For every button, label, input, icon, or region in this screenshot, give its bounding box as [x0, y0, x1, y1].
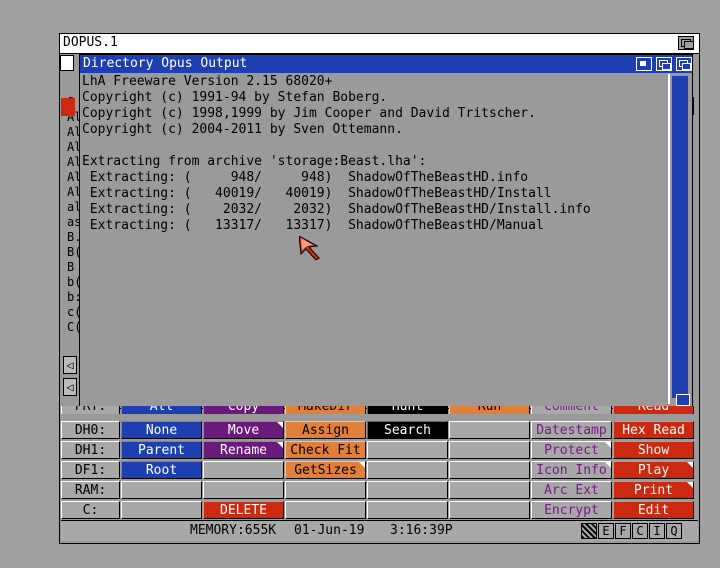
empty-button[interactable] — [449, 481, 530, 499]
encrypt-button[interactable]: Encrypt — [531, 501, 612, 519]
empty-button[interactable] — [285, 501, 366, 519]
check-fit-button[interactable]: Check Fit — [285, 441, 366, 459]
close-gadget-icon[interactable] — [60, 55, 74, 71]
edit-button[interactable]: Edit — [613, 501, 694, 519]
move-button[interactable]: Move — [203, 421, 284, 439]
empty-button[interactable] — [449, 461, 530, 479]
copy-button[interactable]: Copy — [203, 406, 284, 414]
status-button-i[interactable]: I — [649, 523, 665, 539]
button-row: DH1: Parent Rename Check Fit Protect Sho… — [61, 441, 698, 460]
output-line: Copyright (c) 2004-2011 by Sven Ottemann… — [82, 122, 403, 137]
output-line: Copyright (c) 1991-94 by Stefan Boberg. — [82, 90, 388, 105]
device-button-df1[interactable]: DF1: — [61, 461, 120, 479]
button-row-partial: PRT: All Copy MakeDir Hunt Run Comment R… — [61, 406, 698, 414]
clock-toggle-icon[interactable] — [581, 523, 597, 539]
device-button[interactable]: PRT: — [61, 406, 120, 414]
dopus-window-title: DOPUS.1 — [63, 35, 118, 50]
output-line: Extracting: ( 2032/ 2032) ShadowOfTheBea… — [82, 202, 591, 217]
rename-button[interactable]: Rename — [203, 441, 284, 459]
output-line: Extracting: ( 40019/ 40019) ShadowOfTheB… — [82, 186, 552, 201]
zoom-gadget-icon[interactable] — [636, 57, 652, 71]
output-line: Extracting: ( 13317/ 13317) ShadowOfTheB… — [82, 218, 544, 233]
comment-button[interactable]: Comment — [531, 406, 612, 414]
output-scrollbar[interactable] — [668, 74, 690, 404]
output-window: Directory Opus Output LhA Freeware Versi… — [79, 54, 693, 409]
read-button[interactable]: Read — [613, 406, 694, 414]
root-button[interactable]: Root — [121, 461, 202, 479]
print-button[interactable]: Print — [613, 481, 694, 499]
empty-button[interactable] — [367, 481, 448, 499]
scrollbar-knob[interactable] — [672, 76, 688, 398]
none-button[interactable]: None — [121, 421, 202, 439]
datestamp-button[interactable]: Datestamp — [531, 421, 612, 439]
status-bar: MEMORY:655K 01-Jun-19 3:16:39P E F C I Q — [61, 520, 698, 541]
empty-button[interactable] — [449, 501, 530, 519]
hex-read-button[interactable]: Hex Read — [613, 421, 694, 439]
icon-info-button[interactable]: Icon Info — [531, 461, 612, 479]
status-button-f[interactable]: F — [615, 523, 631, 539]
scroll-left-arrow-icon[interactable]: ◁ — [63, 356, 77, 374]
empty-button[interactable] — [121, 481, 202, 499]
search-button[interactable]: Search — [367, 421, 448, 439]
empty-button[interactable] — [367, 441, 448, 459]
output-line: Extracting: ( 948/ 948) ShadowOfTheBeast… — [82, 170, 529, 185]
empty-button[interactable] — [449, 421, 530, 439]
output-line: Copyright (c) 1998,1999 by Jim Cooper an… — [82, 106, 536, 121]
scroll-left-arrow-icon[interactable]: ◁ — [63, 378, 77, 396]
output-title-bar[interactable]: Directory Opus Output — [80, 55, 692, 73]
hunt-button[interactable]: Hunt — [367, 406, 448, 414]
getsizes-button[interactable]: GetSizes — [285, 461, 366, 479]
play-button[interactable]: Play — [613, 461, 694, 479]
empty-button[interactable] — [367, 501, 448, 519]
empty-button[interactable] — [285, 481, 366, 499]
show-button[interactable]: Show — [613, 441, 694, 459]
run-button[interactable]: Run — [449, 406, 530, 414]
status-button-q[interactable]: Q — [666, 523, 682, 539]
time-readout: 3:16:39P — [390, 523, 453, 538]
button-row: C: DELETE Encrypt Edit — [61, 501, 698, 520]
button-row: RAM: Arc Ext Print — [61, 481, 698, 500]
output-line: LhA Freeware Version 2.15 68020+ — [82, 74, 333, 89]
lister-fragment-text: S Al Al Al Al Al Al al as B. B( B b( b: … — [67, 95, 79, 334]
dopus-title-bar[interactable]: DOPUS.1 — [60, 34, 699, 54]
empty-button[interactable] — [203, 481, 284, 499]
empty-button[interactable] — [449, 441, 530, 459]
lister-left-fragment: S Al Al Al Al Al Al al as B. B( B b( b: … — [67, 95, 79, 345]
status-button-c[interactable]: C — [632, 523, 648, 539]
device-button-ram[interactable]: RAM: — [61, 481, 120, 499]
depth-gadget-icon[interactable] — [676, 57, 692, 71]
depth-gadget-icon[interactable] — [678, 36, 694, 50]
protect-button[interactable]: Protect — [531, 441, 612, 459]
resize-gadget-icon[interactable] — [676, 394, 690, 406]
device-button-dh0[interactable]: DH0: — [61, 421, 120, 439]
output-line: Extracting from archive 'storage:Beast.l… — [82, 154, 427, 169]
empty-button[interactable] — [203, 461, 284, 479]
makedir-button[interactable]: MakeDir — [285, 406, 366, 414]
memory-readout: MEMORY:655K — [190, 523, 277, 538]
empty-button[interactable] — [367, 461, 448, 479]
device-button-c[interactable]: C: — [61, 501, 120, 519]
mouse-pointer-icon — [299, 236, 320, 260]
status-button-e[interactable]: E — [598, 523, 614, 539]
output-text-area: LhA Freeware Version 2.15 68020+ Copyrig… — [82, 74, 660, 404]
button-row: DF1: Root GetSizes Icon Info Play — [61, 461, 698, 480]
parent-button[interactable]: Parent — [121, 441, 202, 459]
date-readout: 01-Jun-19 — [294, 523, 365, 538]
depth-gadget-icon[interactable] — [656, 57, 672, 71]
output-window-title: Directory Opus Output — [83, 56, 248, 71]
assign-button[interactable]: Assign — [285, 421, 366, 439]
lister-status-marker — [61, 98, 75, 116]
all-button[interactable]: All — [121, 406, 202, 414]
delete-button[interactable]: DELETE — [203, 501, 284, 519]
device-button-dh1[interactable]: DH1: — [61, 441, 120, 459]
empty-button[interactable] — [121, 501, 202, 519]
button-row: DH0: None Move Assign Search Datestamp H… — [61, 421, 698, 440]
arc-ext-button[interactable]: Arc Ext — [531, 481, 612, 499]
